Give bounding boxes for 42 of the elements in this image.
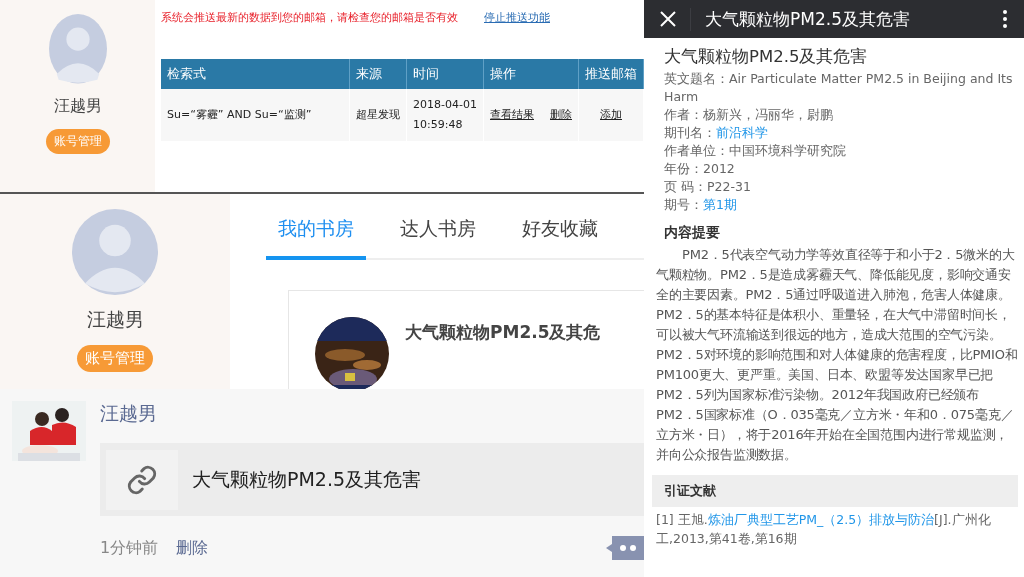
close-icon[interactable] xyxy=(660,11,676,27)
reference-text: [1] 王旭.炼油厂典型工艺PM_（2.5）排放与防治[J].广州化工,2013,第41卷,第16期 xyxy=(656,511,992,548)
view-results-link[interactable]: 查看结果 xyxy=(490,108,534,121)
metadata-line: 期刊名：前沿科学 xyxy=(664,124,769,142)
metadata-line: 期号：第1期 xyxy=(664,196,738,214)
article-title: 大气颗粒物PM2.5及其危害 xyxy=(664,46,869,68)
link-title: 大气颗粒物PM2.5及其危害 xyxy=(192,466,422,492)
column-header: 时间 xyxy=(406,59,484,89)
metadata-line: 年份：2012 xyxy=(664,160,736,178)
add-link[interactable]: 添加 xyxy=(600,108,622,121)
delete-link[interactable]: 删除 xyxy=(176,537,209,559)
user-name: 汪越男 xyxy=(86,307,144,332)
more-icon[interactable] xyxy=(1002,10,1008,28)
user-name[interactable]: 汪越男 xyxy=(100,401,644,427)
link-icon xyxy=(126,463,158,496)
tab[interactable]: 好友收藏 xyxy=(510,208,610,260)
section-heading: 引证文献 xyxy=(652,475,1018,507)
column-header: 操作 xyxy=(483,59,579,89)
abstract-text: PM2．5代表空气动力学等效直径等于和小于2．5微米的大气颗粒物。PM2．5是造成雾霾天气、降低能见度，影响交通安全的主要因素。PM2．5通过呼吸道进入肺泡，危害人体健康。PM2．5的基本特征是体积小、重量轻，在大气中滞留时间长，可以被大气环流输送到很远的地方，造成大范围的空气污染。PM2．5对环境的影响范围和对人体健康的危害程度，比PMIO和PM100更大、更严重。美国、日本、欧盟等发达国家早已把PM2．5列为国家标准污染物。2012年我国政府已经颁布PM2．5国家标准（O．035毫克／立方米・年和0．075毫克／立方米・日），将于2016年开始在全国范围内进行常规监测，并向公众报告监测数据。 xyxy=(656,246,1018,464)
tab[interactable]: 达人书房 xyxy=(388,208,488,260)
column-header: 来源 xyxy=(349,59,407,89)
user-name: 汪越男 xyxy=(53,95,102,117)
metadata-line: 作者：杨新兴，冯丽华，尉鹏 xyxy=(664,106,834,124)
table-cell: 超星发现 xyxy=(349,89,407,141)
link-card[interactable]: 大气颗粒物PM2.5及其危害 xyxy=(100,443,644,516)
column-header: 检索式 xyxy=(161,59,350,89)
notice-text: 系统会推送最新的数据到您的邮箱，请检查您的邮箱是否有效 xyxy=(161,10,458,25)
avatar-icon xyxy=(48,14,107,84)
section-heading: 内容提要 xyxy=(664,224,721,242)
comment-icon[interactable] xyxy=(606,536,644,560)
metadata-line: 页 码：P22-31 xyxy=(664,178,752,196)
window-title: 大气颗粒物PM2.5及其危害 xyxy=(690,7,1002,31)
post-time: 1分钟前 xyxy=(100,537,159,559)
avatar-icon xyxy=(72,209,158,295)
table-cell: 2018-04-01 10:59:48 xyxy=(406,89,484,141)
book-title[interactable]: 大气颗粒物PM2.5及其危 xyxy=(405,317,601,389)
metadata-line: 作者单位：中国环境科学研究院 xyxy=(664,142,847,160)
delete-link[interactable]: 删除 xyxy=(550,108,572,121)
stop-push-link[interactable]: 停止推送功能 xyxy=(484,10,550,25)
metadata-line: 英文题名：Air Particulate Matter PM2.5 in Beijing and Its Harm xyxy=(664,70,1014,106)
table-cell: Su=“雾霾” AND Su=“监测” xyxy=(161,89,350,141)
column-header: 推送邮箱 xyxy=(578,59,644,89)
